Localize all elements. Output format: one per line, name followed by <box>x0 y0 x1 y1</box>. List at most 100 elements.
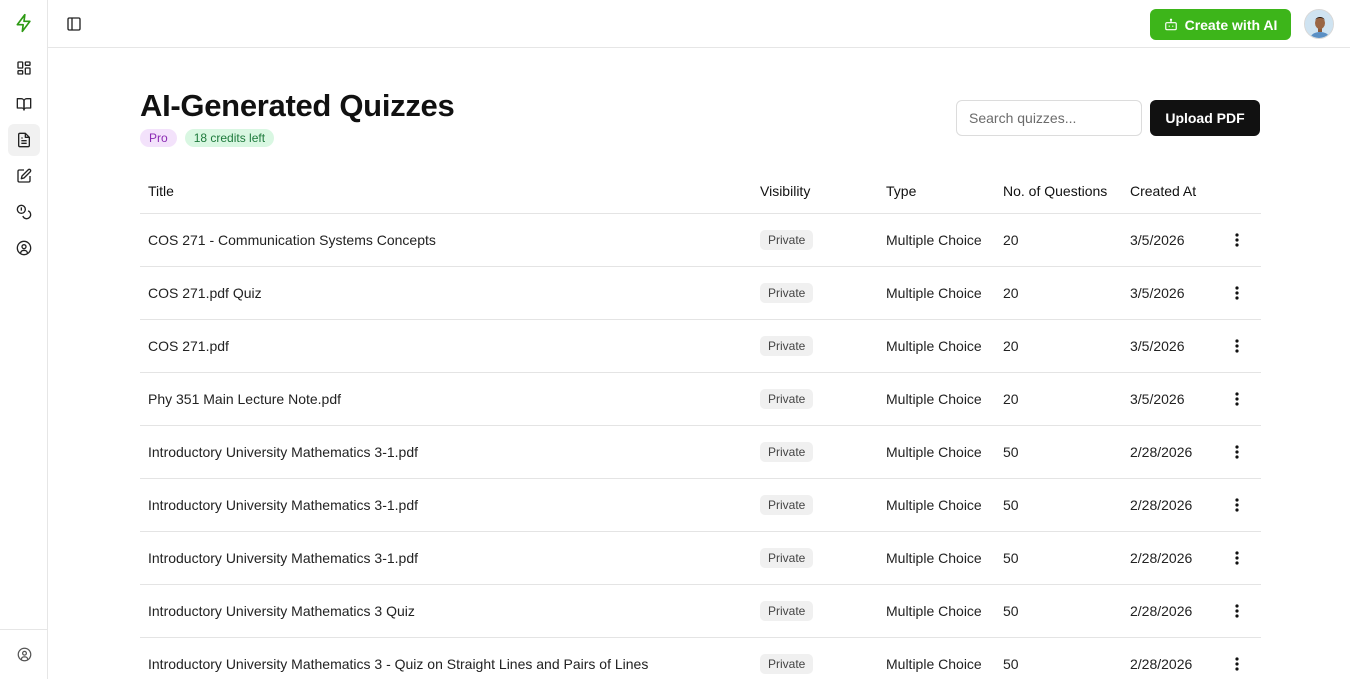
quiz-title[interactable]: COS 271.pdf <box>140 319 752 373</box>
quiz-title[interactable]: Introductory University Mathematics 3-1.… <box>140 478 752 532</box>
credits-badge: 18 credits left <box>184 129 275 147</box>
column-header-questions: No. of Questions <box>995 169 1122 214</box>
quiz-table: Title Visibility Type No. of Questions C… <box>140 169 1261 679</box>
page-title: AI-Generated Quizzes <box>140 88 455 123</box>
question-count: 50 <box>995 478 1122 532</box>
create-with-ai-button[interactable]: Create with AI <box>1150 9 1291 40</box>
question-count: 20 <box>995 213 1122 267</box>
sidebar <box>0 0 48 679</box>
created-date: 3/5/2026 <box>1122 319 1217 373</box>
quiz-type: Multiple Choice <box>878 319 995 373</box>
row-actions-button[interactable] <box>1225 440 1249 464</box>
quiz-type: Multiple Choice <box>878 531 995 585</box>
quiz-title[interactable]: COS 271 - Communication Systems Concepts <box>140 213 752 267</box>
sidebar-item-library[interactable] <box>8 88 40 120</box>
more-vertical-icon <box>1235 338 1239 353</box>
visibility-badge: Private <box>760 547 814 568</box>
row-actions-button[interactable] <box>1225 599 1249 623</box>
visibility-badge: Private <box>760 335 814 356</box>
document-icon <box>18 132 30 148</box>
sidebar-toggle-button[interactable] <box>64 14 84 34</box>
lightning-bolt-icon[interactable] <box>12 11 36 35</box>
search-input[interactable] <box>956 100 1142 136</box>
quiz-type: Multiple Choice <box>878 478 995 532</box>
visibility-badge: Private <box>760 441 814 462</box>
quiz-title[interactable]: Phy 351 Main Lecture Note.pdf <box>140 372 752 426</box>
create-with-ai-label: Create with AI <box>1184 16 1278 33</box>
quiz-title[interactable]: COS 271.pdf Quiz <box>140 266 752 320</box>
visibility-badge: Private <box>760 229 814 250</box>
more-vertical-icon <box>1235 550 1239 565</box>
row-actions-button[interactable] <box>1225 334 1249 358</box>
table-row[interactable]: Introductory University Mathematics 3 Qu… <box>140 584 1261 638</box>
table-row[interactable]: COS 271 - Communication Systems Concepts… <box>140 213 1261 267</box>
visibility-badge: Private <box>760 388 814 409</box>
sidebar-item-notes[interactable] <box>8 160 40 192</box>
sidebar-item-profile[interactable] <box>8 232 40 264</box>
quiz-type: Multiple Choice <box>878 372 995 426</box>
sidebar-footer <box>0 629 48 679</box>
table-row[interactable]: Introductory University Mathematics 3-1.… <box>140 531 1261 585</box>
table-row[interactable]: COS 271.pdf Quiz Private Multiple Choice… <box>140 266 1261 320</box>
sidebar-item-credits[interactable] <box>8 196 40 228</box>
question-count: 50 <box>995 531 1122 585</box>
column-header-actions <box>1217 169 1261 214</box>
topbar: Create with AI <box>48 0 1350 48</box>
account-button[interactable] <box>14 645 34 665</box>
more-vertical-icon <box>1235 603 1239 618</box>
table-body: COS 271 - Communication Systems Concepts… <box>140 213 1261 679</box>
plan-badge: Pro <box>140 129 177 147</box>
created-date: 3/5/2026 <box>1122 266 1217 320</box>
question-count: 20 <box>995 372 1122 426</box>
created-date: 2/28/2026 <box>1122 478 1217 532</box>
quiz-type: Multiple Choice <box>878 213 995 267</box>
row-actions-button[interactable] <box>1225 387 1249 411</box>
sidebar-item-dashboard[interactable] <box>8 52 40 84</box>
created-date: 2/28/2026 <box>1122 531 1217 585</box>
table-row[interactable]: Phy 351 Main Lecture Note.pdf Private Mu… <box>140 372 1261 426</box>
more-vertical-icon <box>1235 444 1239 459</box>
upload-pdf-button[interactable]: Upload PDF <box>1150 100 1260 136</box>
table-row[interactable]: COS 271.pdf Private Multiple Choice 20 3… <box>140 319 1261 373</box>
quiz-title[interactable]: Introductory University Mathematics 3-1.… <box>140 531 752 585</box>
question-count: 20 <box>995 319 1122 373</box>
quiz-type: Multiple Choice <box>878 584 995 638</box>
question-count: 50 <box>995 425 1122 479</box>
table-header: Title Visibility Type No. of Questions C… <box>140 169 1261 214</box>
created-date: 3/5/2026 <box>1122 372 1217 426</box>
table-header-row: Title Visibility Type No. of Questions C… <box>140 169 1261 214</box>
panel-left-icon <box>67 17 81 31</box>
row-actions-button[interactable] <box>1225 546 1249 570</box>
quiz-type: Multiple Choice <box>878 266 995 320</box>
open-book-icon <box>16 98 32 111</box>
row-actions-button[interactable] <box>1225 228 1249 252</box>
question-count: 50 <box>995 637 1122 679</box>
table-row[interactable]: Introductory University Mathematics 3-1.… <box>140 425 1261 479</box>
row-actions-button[interactable] <box>1225 652 1249 676</box>
quiz-title[interactable]: Introductory University Mathematics 3-1.… <box>140 425 752 479</box>
quiz-title[interactable]: Introductory University Mathematics 3 - … <box>140 637 752 679</box>
dashboard-grid-icon <box>17 61 31 75</box>
account-badges: Pro 18 credits left <box>140 129 275 147</box>
column-header-title: Title <box>140 169 752 214</box>
row-actions-button[interactable] <box>1225 493 1249 517</box>
more-vertical-icon <box>1235 232 1239 247</box>
row-actions-button[interactable] <box>1225 281 1249 305</box>
more-vertical-icon <box>1235 656 1239 671</box>
sidebar-item-quizzes[interactable] <box>8 124 40 156</box>
visibility-badge: Private <box>760 600 814 621</box>
visibility-badge: Private <box>760 653 814 674</box>
table-row[interactable]: Introductory University Mathematics 3 - … <box>140 637 1261 679</box>
column-header-visibility: Visibility <box>752 169 878 214</box>
table-row[interactable]: Introductory University Mathematics 3-1.… <box>140 478 1261 532</box>
more-vertical-icon <box>1235 497 1239 512</box>
quiz-type: Multiple Choice <box>878 425 995 479</box>
edit-square-icon <box>17 168 32 183</box>
avatar[interactable] <box>1304 9 1334 39</box>
visibility-badge: Private <box>760 282 814 303</box>
question-count: 50 <box>995 584 1122 638</box>
question-count: 20 <box>995 266 1122 320</box>
quiz-title[interactable]: Introductory University Mathematics 3 Qu… <box>140 584 752 638</box>
user-circle-icon <box>17 647 31 662</box>
more-vertical-icon <box>1235 391 1239 406</box>
